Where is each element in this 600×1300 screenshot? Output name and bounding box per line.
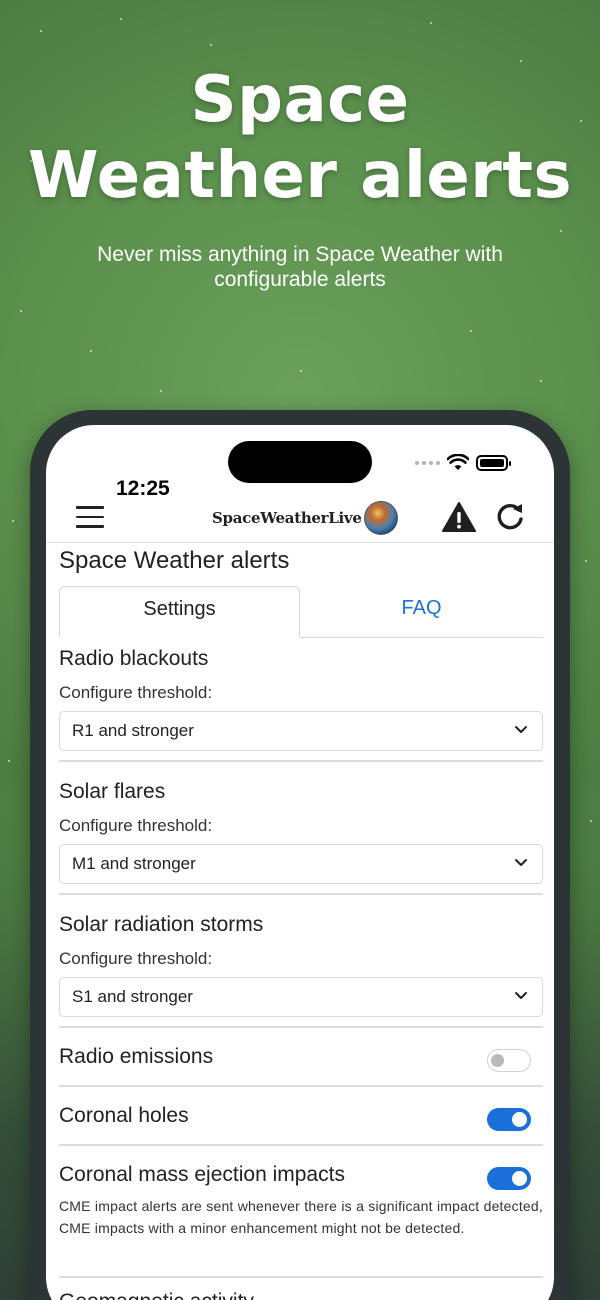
toggle-label: Coronal holes [59, 1104, 189, 1127]
solar-flares-select[interactable]: M1 and stronger [59, 844, 543, 884]
section-radio-blackouts: Radio blackouts Configure threshold: R1 … [59, 647, 543, 751]
toggle-label: Coronal mass ejection impacts [59, 1163, 345, 1186]
logo-text: SpaceWeatherLive [212, 509, 362, 527]
select-value: M1 and stronger [72, 854, 196, 873]
divider [59, 1026, 543, 1028]
warning-icon[interactable] [442, 501, 476, 533]
solar-radiation-select[interactable]: S1 and stronger [59, 977, 543, 1017]
select-value: R1 and stronger [72, 721, 194, 740]
globe-icon [363, 501, 398, 535]
cme-note: CME impact alerts are sent whenever ther… [59, 1198, 543, 1236]
section-title: Radio blackouts [59, 647, 209, 670]
select-value: S1 and stronger [72, 987, 193, 1006]
cme-impacts-toggle[interactable] [487, 1167, 531, 1190]
tab-bar: Settings FAQ [59, 586, 543, 638]
status-icons [415, 454, 511, 471]
toggle-label: Radio emissions [59, 1045, 214, 1068]
section-solar-flares: Solar flares Configure threshold: M1 and… [59, 780, 543, 884]
page-title: Space Weather alerts [59, 547, 290, 574]
threshold-label: Configure threshold: [59, 816, 213, 835]
section-title-geomagnetic: Geomagnetic activity [59, 1290, 254, 1300]
row-cme-impacts: Coronal mass ejection impacts CME impact… [59, 1163, 543, 1239]
threshold-label: Configure threshold: [59, 949, 213, 968]
menu-icon[interactable] [76, 506, 104, 528]
tab-settings[interactable]: Settings [59, 586, 300, 638]
section-solar-radiation-storms: Solar radiation storms Configure thresho… [59, 913, 543, 1017]
row-coronal-holes: Coronal holes [59, 1104, 543, 1131]
divider [59, 760, 543, 762]
chevron-down-icon [515, 726, 527, 733]
battery-icon [476, 454, 511, 471]
divider [59, 1276, 543, 1278]
headline-line-1: Space [190, 63, 410, 137]
phone-screen: 12:25 SpaceWeatherLive Space Weather ale… [46, 425, 554, 1300]
section-title: Solar flares [59, 780, 166, 803]
chevron-down-icon [515, 992, 527, 999]
divider [59, 1085, 543, 1087]
promo-subline: Never miss anything in Space Weather wit… [97, 243, 503, 291]
app-logo[interactable]: SpaceWeatherLive [212, 500, 398, 536]
radio-blackouts-select[interactable]: R1 and stronger [59, 711, 543, 751]
tab-faq[interactable]: FAQ [300, 586, 543, 638]
row-radio-emissions: Radio emissions [59, 1045, 543, 1072]
section-title: Solar radiation storms [59, 913, 264, 936]
dynamic-island [228, 441, 372, 483]
divider [59, 893, 543, 895]
refresh-icon[interactable] [494, 501, 526, 533]
headline-line-2: Weather alerts [27, 139, 573, 213]
divider [59, 1144, 543, 1146]
radio-emissions-toggle[interactable] [487, 1049, 531, 1072]
app-bar: SpaceWeatherLive [46, 493, 554, 543]
wifi-icon [447, 454, 469, 470]
coronal-holes-toggle[interactable] [487, 1108, 531, 1131]
chevron-down-icon [515, 859, 527, 866]
signal-dots-icon [415, 460, 440, 465]
promo-headline: Space Weather alerts [0, 62, 600, 214]
threshold-label: Configure threshold: [59, 683, 213, 702]
